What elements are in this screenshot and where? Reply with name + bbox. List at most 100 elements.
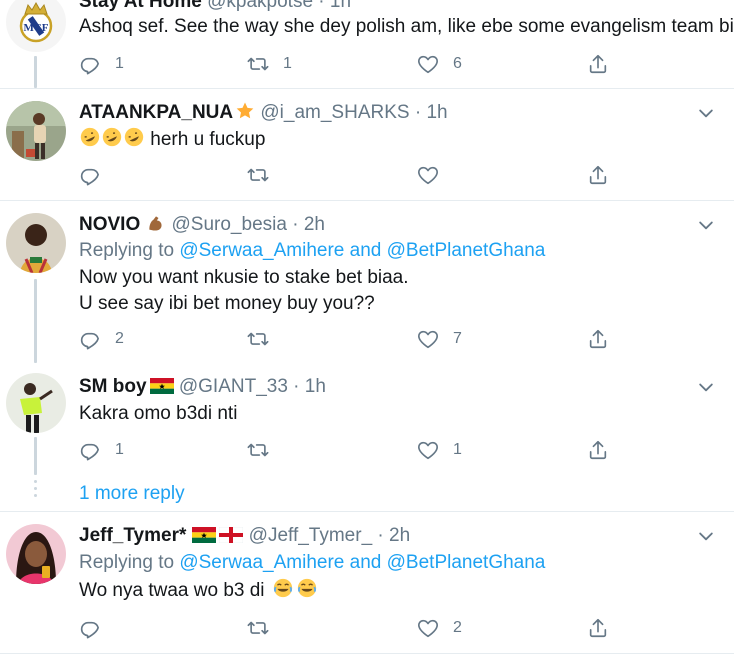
retweet-button[interactable] xyxy=(247,327,283,351)
mention-link[interactable]: @BetPlanetGhana xyxy=(387,240,546,261)
reply-button[interactable] xyxy=(79,163,115,187)
like-button[interactable]: 2 xyxy=(417,616,462,640)
display-name[interactable]: Stay At Home xyxy=(79,0,202,12)
avatar[interactable]: MCF xyxy=(6,0,66,52)
reply-icon xyxy=(80,332,99,350)
replying-to: Replying to @Serwaa_Amihere and @BetPlan… xyxy=(79,551,545,575)
share-icon xyxy=(589,54,607,74)
display-name[interactable]: ATAANKPA_NUA xyxy=(79,102,233,123)
tweet-actions: 1 1 6 xyxy=(79,52,639,76)
like-count: 7 xyxy=(453,330,462,347)
handle[interactable]: @Jeff_Tymer_ xyxy=(249,525,372,546)
share-button[interactable] xyxy=(587,327,609,351)
timestamp[interactable]: 2h xyxy=(304,214,325,235)
avatar[interactable] xyxy=(6,524,66,584)
tweet[interactable]: NOVIO @Suro_besia · 2h Replying to @Serw… xyxy=(0,201,734,363)
timestamp[interactable]: 1h xyxy=(330,0,351,12)
joy-emoji-icon xyxy=(296,577,318,607)
thread-line xyxy=(34,279,37,363)
ghana-flag-icon xyxy=(192,526,217,550)
chevron-down-icon[interactable] xyxy=(696,526,716,546)
tweet-text: herh u fuckup xyxy=(79,126,265,156)
retweet-count: 1 xyxy=(283,55,292,72)
handle[interactable]: @GIANT_33 xyxy=(179,376,288,397)
tweet-header: Jeff_Tymer* @Jeff_Tymer_ · 2h xyxy=(79,524,410,550)
display-name[interactable]: Jeff_Tymer* xyxy=(79,525,186,546)
replying-to-joiner[interactable]: and xyxy=(350,240,382,261)
timestamp[interactable]: 2h xyxy=(389,525,410,546)
display-name[interactable]: SM boy xyxy=(79,376,147,397)
tweet-text: Ashoq sef. See the way she dey polish am… xyxy=(79,16,734,37)
tweet[interactable]: SM boy @GIANT_33 · 1h Kakra omo b3di nti… xyxy=(0,363,734,475)
replying-to-prefix: Replying to xyxy=(79,552,175,573)
tweet[interactable]: ATAANKPA_NUA @i_am_SHARKS · 1h herh u fu… xyxy=(0,89,734,200)
like-button[interactable] xyxy=(417,163,453,187)
share-icon xyxy=(589,618,607,638)
tweet-text-content: herh u fuckup xyxy=(150,129,266,150)
avatar[interactable] xyxy=(6,213,66,273)
heart-icon xyxy=(418,166,438,185)
reply-icon xyxy=(80,57,99,75)
replying-to-prefix: Replying to xyxy=(79,240,175,261)
tweet-actions: 2 xyxy=(79,616,639,640)
share-button[interactable] xyxy=(587,616,609,640)
handle[interactable]: @Suro_besia xyxy=(172,214,287,235)
svg-text:MCF: MCF xyxy=(23,22,48,34)
reply-button[interactable] xyxy=(79,616,115,640)
reply-button[interactable]: 2 xyxy=(79,327,124,351)
separator-dot: · xyxy=(414,102,422,123)
display-name[interactable]: NOVIO xyxy=(79,214,140,235)
tweet-actions xyxy=(79,163,639,187)
tweet[interactable]: MCF Stay At Home @kpakpotse · 1h Ashoq s… xyxy=(0,0,734,88)
thread-continuation-dots xyxy=(34,480,37,501)
heart-icon xyxy=(418,619,438,638)
chevron-down-icon[interactable] xyxy=(696,103,716,123)
tweet[interactable]: Jeff_Tymer* @Jeff_Tymer_ · 2h Replying t… xyxy=(0,512,734,654)
avatar[interactable] xyxy=(6,373,66,433)
ghana-flag-icon xyxy=(149,377,174,401)
handle[interactable]: @kpakpotse xyxy=(207,0,313,12)
reply-button[interactable]: 1 xyxy=(79,52,124,76)
mention-link[interactable]: @Serwaa_Amihere xyxy=(179,240,344,261)
person-photo-icon xyxy=(6,101,66,161)
avatar[interactable] xyxy=(6,101,66,161)
like-button[interactable]: 6 xyxy=(417,52,462,76)
retweet-icon xyxy=(247,443,269,457)
share-button[interactable] xyxy=(587,163,609,187)
heart-icon xyxy=(418,330,438,349)
replying-to: Replying to @Serwaa_Amihere and @BetPlan… xyxy=(79,239,545,263)
rofl-emoji-icon xyxy=(123,126,145,156)
like-button[interactable]: 1 xyxy=(417,438,462,462)
england-flag-icon xyxy=(219,526,244,550)
reply-icon xyxy=(80,168,99,186)
retweet-button[interactable] xyxy=(247,438,283,462)
retweet-button[interactable] xyxy=(247,616,283,640)
retweet-icon xyxy=(247,621,269,635)
show-more-replies-link[interactable]: 1 more reply xyxy=(79,482,185,506)
chevron-down-icon[interactable] xyxy=(696,215,716,235)
thread-line xyxy=(34,437,37,475)
share-button[interactable] xyxy=(587,52,609,76)
joy-emoji-icon xyxy=(272,577,294,607)
mention-link[interactable]: @Serwaa_Amihere xyxy=(179,552,344,573)
share-icon xyxy=(589,165,607,185)
tweet-header: NOVIO @Suro_besia · 2h xyxy=(79,213,325,240)
retweet-button[interactable]: 1 xyxy=(247,52,292,76)
like-button[interactable]: 7 xyxy=(417,327,462,351)
mention-link[interactable]: @BetPlanetGhana xyxy=(387,552,546,573)
timestamp[interactable]: 1h xyxy=(426,102,447,123)
tweet-text-line: U see say ibi bet money buy you?? xyxy=(79,293,375,314)
separator-dot: · xyxy=(318,0,325,12)
tweet-text-line: Now you want nkusie to stake bet biaa. xyxy=(79,267,409,288)
share-icon xyxy=(589,329,607,349)
reply-count: 2 xyxy=(115,330,124,347)
chevron-down-icon[interactable] xyxy=(696,377,716,397)
handle[interactable]: @i_am_SHARKS xyxy=(260,102,409,123)
reply-button[interactable]: 1 xyxy=(79,438,124,462)
like-count: 6 xyxy=(453,55,462,72)
timestamp[interactable]: 1h xyxy=(305,376,326,397)
share-button[interactable] xyxy=(587,438,609,462)
replying-to-joiner[interactable]: and xyxy=(350,552,382,573)
tweet-header: ATAANKPA_NUA @i_am_SHARKS · 1h xyxy=(79,101,448,128)
retweet-button[interactable] xyxy=(247,163,283,187)
